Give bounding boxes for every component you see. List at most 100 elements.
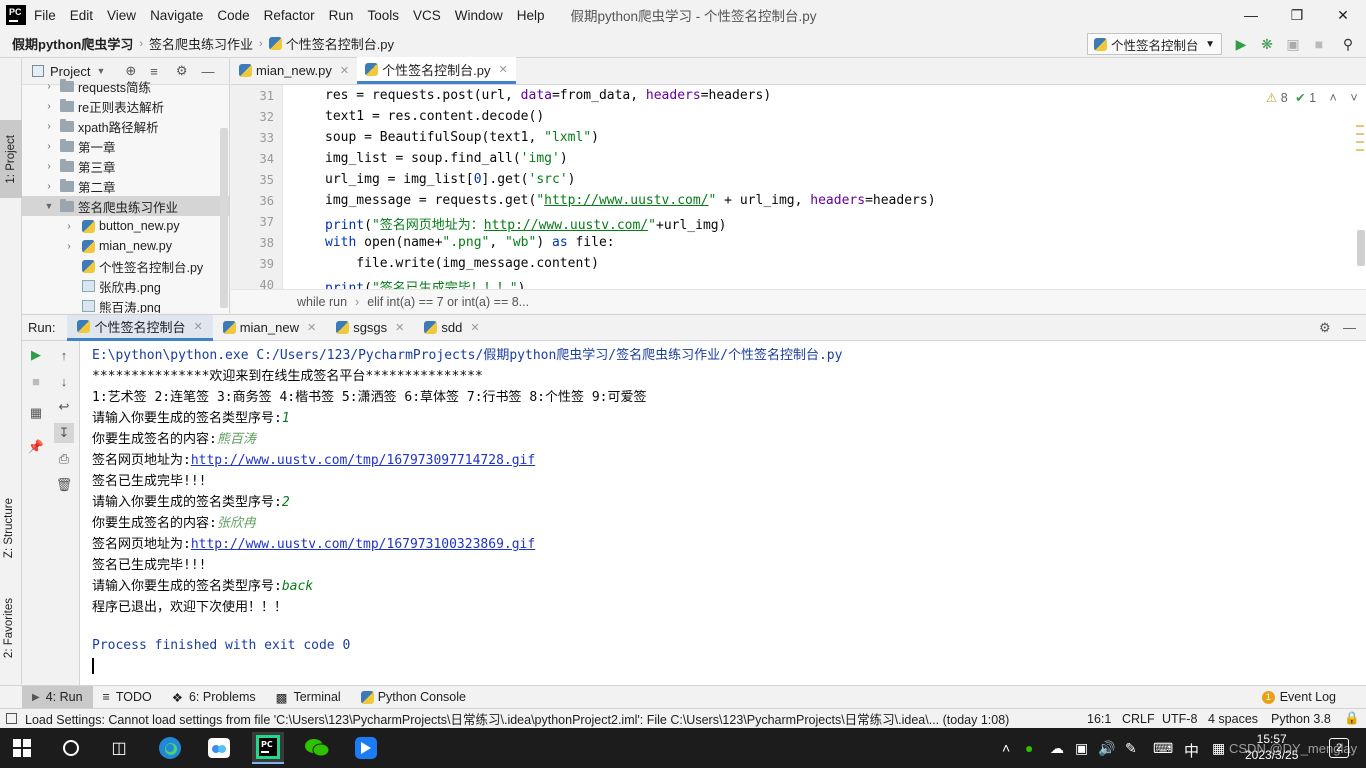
status-message[interactable]: Load Settings: Cannot load settings from…: [25, 709, 1085, 728]
tree-file-png-2[interactable]: 熊百涛.png: [22, 296, 229, 313]
tool-tab-todo[interactable]: ≡ TODO: [93, 686, 162, 709]
chevron-right-icon[interactable]: ›: [62, 221, 76, 232]
gear-icon[interactable]: ⚙: [1319, 320, 1331, 336]
tool-tab-favorites[interactable]: 2: Favorites: [3, 598, 15, 658]
menu-code[interactable]: Code: [217, 8, 249, 23]
tray-expand-icon[interactable]: ˄: [1002, 740, 1010, 756]
indent-setting[interactable]: 4 spaces: [1208, 712, 1258, 726]
debug-icon[interactable]: ❋: [1259, 36, 1275, 52]
notification-center-icon[interactable]: 2: [1329, 738, 1349, 758]
file-encoding[interactable]: UTF-8: [1162, 712, 1197, 726]
windows-start-icon[interactable]: [6, 732, 38, 764]
run-icon[interactable]: ▶: [1233, 36, 1249, 52]
stop-icon[interactable]: ■: [26, 371, 46, 391]
wechat-tray-icon[interactable]: ●: [1025, 740, 1033, 756]
close-icon[interactable]: ✕: [470, 321, 479, 334]
menu-help[interactable]: Help: [517, 8, 545, 23]
inspection-widget[interactable]: ⚠ 8 ✔ 1 ˄ ˅: [1266, 90, 1358, 105]
close-icon[interactable]: ✕: [395, 321, 404, 334]
tree-folder-re[interactable]: › re正则表达解析: [22, 96, 229, 116]
soft-wrap-icon[interactable]: ↩: [54, 397, 74, 417]
tool-tab-structure[interactable]: Z: Structure: [3, 498, 15, 558]
console-link[interactable]: http://www.uustv.com/tmp/167973100323869…: [191, 537, 535, 552]
menu-tools[interactable]: Tools: [367, 8, 399, 23]
close-button[interactable]: ✕: [1320, 0, 1366, 30]
next-highlight-icon[interactable]: ˅: [1350, 91, 1357, 105]
tree-folder-xpath[interactable]: › xpath路径解析: [22, 116, 229, 136]
project-scrollbar[interactable]: [220, 128, 228, 308]
scroll-up-icon[interactable]: ↑: [54, 345, 74, 365]
tree-folder-signature[interactable]: ▼ 签名爬虫练习作业: [22, 196, 229, 216]
print-icon[interactable]: ⎙: [54, 449, 74, 469]
code-breadcrumb-elif[interactable]: elif int(a) == 7 or int(a) == 8...: [367, 295, 529, 309]
run-tab-signature-console[interactable]: 个性签名控制台 ✕: [67, 314, 213, 341]
close-icon[interactable]: ✕: [340, 64, 349, 77]
tree-folder-chapter2[interactable]: › 第二章: [22, 176, 229, 196]
search-icon[interactable]: [55, 732, 87, 764]
run-tab-sgsgs[interactable]: sgsgs ✕: [326, 315, 414, 341]
ime-mode-icon[interactable]: ▦: [1212, 740, 1225, 757]
previous-highlight-icon[interactable]: ˄: [1330, 91, 1337, 105]
menu-refactor[interactable]: Refactor: [264, 8, 315, 23]
chevron-right-icon[interactable]: ›: [42, 121, 56, 132]
run-console[interactable]: E:\python\python.exe C:/Users/123/Pychar…: [80, 341, 1366, 685]
tool-tab-run[interactable]: ▶ 4: Run: [22, 685, 93, 709]
menu-view[interactable]: View: [107, 8, 136, 23]
network-tray-icon[interactable]: ☁: [1050, 740, 1064, 757]
menu-file[interactable]: File: [34, 8, 56, 23]
tree-folder-chapter1[interactable]: › 第一章: [22, 136, 229, 156]
menu-run[interactable]: Run: [329, 8, 354, 23]
menu-navigate[interactable]: Navigate: [150, 8, 203, 23]
editor-scrollbar[interactable]: [1357, 230, 1365, 266]
ime-indicator[interactable]: 中: [1184, 740, 1199, 761]
restore-button[interactable]: ❐: [1274, 0, 1320, 30]
keyboard-icon[interactable]: ⌨: [1153, 740, 1173, 757]
tool-tab-terminal[interactable]: ▩ Terminal: [266, 686, 351, 709]
scroll-to-end-icon[interactable]: ↧: [54, 423, 74, 443]
menu-vcs[interactable]: VCS: [413, 8, 441, 23]
run-tab-mian-new[interactable]: mian_new ✕: [213, 315, 326, 341]
menu-edit[interactable]: Edit: [70, 8, 93, 23]
lock-icon[interactable]: 🔒: [1344, 711, 1360, 726]
breadcrumb-folder[interactable]: 签名爬虫练习作业: [149, 34, 253, 53]
chevron-down-icon[interactable]: ▼: [96, 66, 105, 76]
run-tab-sdd[interactable]: sdd ✕: [414, 315, 489, 341]
line-separator[interactable]: CRLF: [1122, 712, 1155, 726]
trash-icon[interactable]: 🗑: [54, 475, 74, 495]
close-icon[interactable]: ✕: [498, 63, 507, 76]
chevron-right-icon[interactable]: ›: [42, 101, 56, 112]
stop-icon[interactable]: ■: [1311, 36, 1327, 52]
pin-icon[interactable]: 📌: [26, 437, 46, 457]
scroll-down-icon[interactable]: ↓: [54, 371, 74, 391]
chevron-right-icon[interactable]: ›: [62, 241, 76, 252]
tab-mian-new[interactable]: mian_new.py ✕: [231, 57, 357, 84]
chevron-right-icon[interactable]: ›: [42, 161, 56, 172]
volume-icon[interactable]: 🔊: [1098, 740, 1115, 757]
python-interpreter[interactable]: Python 3.8: [1271, 712, 1331, 726]
tree-file-button-new[interactable]: › button_new.py: [22, 216, 229, 236]
console-link[interactable]: http://www.uustv.com/tmp/167973097714728…: [191, 453, 535, 468]
minimize-button[interactable]: —: [1228, 0, 1274, 30]
search-icon[interactable]: ⚲: [1340, 36, 1356, 52]
caret-position[interactable]: 16:1: [1087, 712, 1111, 726]
wechat-icon[interactable]: [301, 732, 333, 764]
layout-icon[interactable]: ▦: [26, 403, 46, 423]
rerun-icon[interactable]: ▶: [26, 345, 46, 365]
network-icon[interactable]: ▣: [1075, 740, 1088, 757]
tree-folder-chapter3[interactable]: › 第三章: [22, 156, 229, 176]
edge-browser-icon[interactable]: [154, 732, 186, 764]
tool-tab-python-console[interactable]: Python Console: [351, 686, 476, 709]
run-configuration-select[interactable]: 个性签名控制台 ▼: [1087, 33, 1222, 55]
status-toggle-icon[interactable]: [6, 713, 17, 724]
tree-file-mian-new[interactable]: › mian_new.py: [22, 236, 229, 256]
baidu-netdisk-icon[interactable]: [203, 732, 235, 764]
tool-tab-problems[interactable]: ❖ 6: Problems: [162, 686, 266, 709]
tool-tab-project[interactable]: 1: Project: [0, 120, 22, 198]
tab-signature-console[interactable]: 个性签名控制台.py ✕: [357, 57, 516, 84]
coverage-icon[interactable]: ▣: [1285, 36, 1301, 52]
tree-file-signature-console[interactable]: 个性签名控制台.py: [22, 256, 229, 276]
chevron-right-icon[interactable]: ›: [42, 81, 56, 92]
tree-file-png-1[interactable]: 张欣冉.png: [22, 276, 229, 296]
hide-panel-icon[interactable]: —: [1343, 320, 1356, 335]
close-icon[interactable]: ✕: [193, 320, 202, 333]
